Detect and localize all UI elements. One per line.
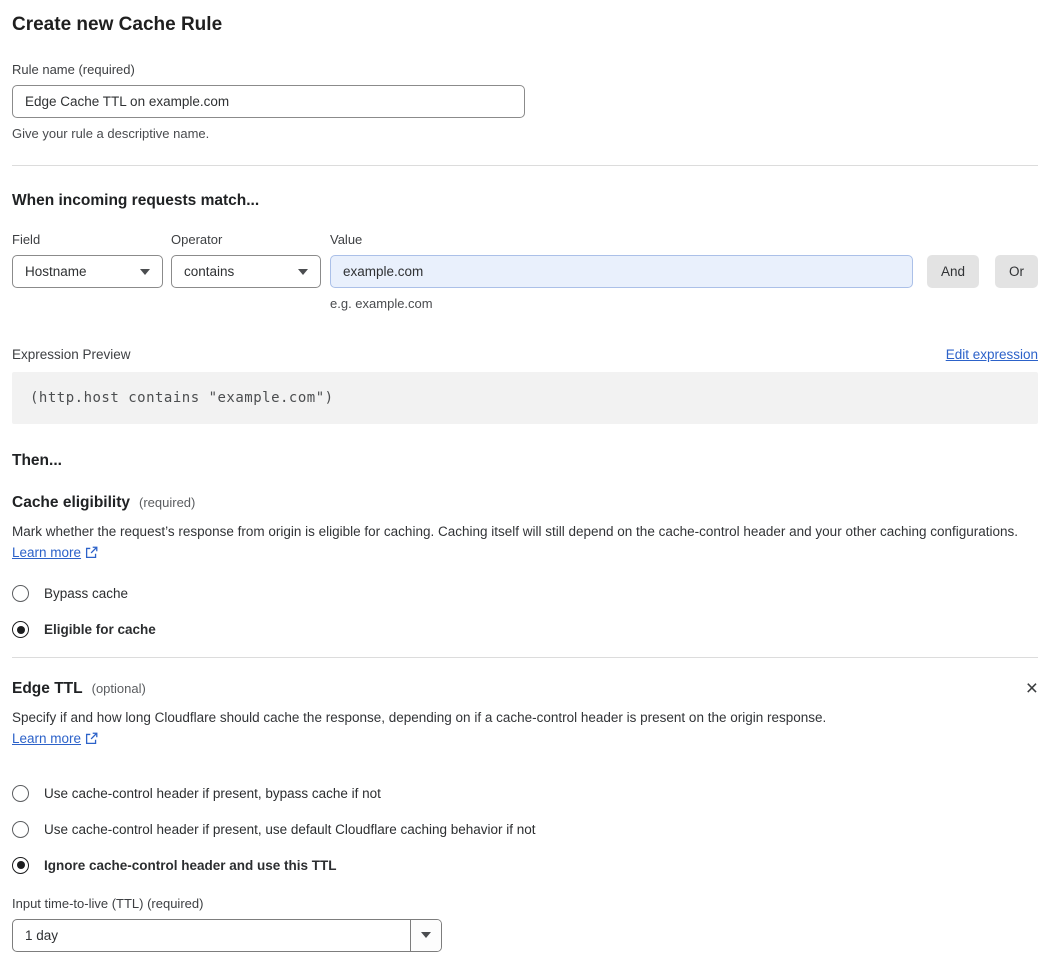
- value-label: Value: [330, 232, 363, 247]
- radio-icon[interactable]: [12, 784, 29, 802]
- cache-eligibility-description: Mark whether the request’s response from…: [12, 521, 1038, 565]
- external-link-icon: [85, 730, 98, 751]
- rule-name-input[interactable]: [12, 85, 525, 118]
- close-icon[interactable]: ×: [1026, 678, 1038, 699]
- ttl-select-value: 1 day: [25, 927, 59, 943]
- radio-icon[interactable]: [12, 621, 29, 638]
- edge-ttl-description: Specify if and how long Cloudflare shoul…: [12, 707, 857, 751]
- edge-ttl-heading: Edge TTL: [12, 680, 83, 697]
- radio-option-eligible-for-cache[interactable]: Eligible for cache: [12, 621, 1038, 638]
- value-helper: e.g. example.com: [330, 296, 433, 311]
- condition-row: Field Hostname Operator contains Value e…: [12, 232, 1038, 311]
- radio-icon[interactable]: [12, 585, 29, 602]
- then-heading: Then...: [12, 452, 62, 469]
- field-select-value: Hostname: [25, 264, 87, 279]
- or-button[interactable]: Or: [995, 255, 1038, 288]
- field-label: Field: [12, 232, 41, 247]
- cache-eligibility-required-note: (required): [139, 495, 196, 510]
- radio-option-ignore-header-ttl[interactable]: Ignore cache-control header and use this…: [12, 856, 1038, 874]
- learn-more-link[interactable]: Learn more: [12, 731, 81, 746]
- radio-option-use-header-bypass[interactable]: Use cache-control header if present, byp…: [12, 784, 1038, 802]
- chevron-down-icon: [298, 268, 308, 275]
- external-link-icon: [85, 544, 98, 565]
- edit-expression-link[interactable]: Edit expression: [946, 347, 1038, 362]
- radio-icon[interactable]: [12, 820, 29, 838]
- cache-eligibility-options: Bypass cache Eligible for cache: [12, 585, 1038, 638]
- ttl-label: Input time-to-live (TTL) (required): [12, 895, 204, 911]
- field-select[interactable]: Hostname: [12, 255, 163, 288]
- operator-label: Operator: [171, 232, 223, 247]
- operator-select[interactable]: contains: [171, 255, 321, 288]
- learn-more-link[interactable]: Learn more: [12, 545, 81, 560]
- chevron-down-icon: [140, 268, 150, 275]
- match-section-heading: When incoming requests match...: [12, 192, 260, 209]
- rule-name-label: Rule name (required): [12, 62, 135, 77]
- page-title: Create new Cache Rule: [12, 14, 223, 35]
- and-button[interactable]: And: [926, 255, 979, 288]
- divider: [12, 165, 1038, 166]
- operator-select-value: contains: [184, 264, 235, 279]
- create-cache-rule-form: Create new Cache Rule Rule name (require…: [0, 0, 1058, 972]
- edge-ttl-options: Use cache-control header if present, byp…: [12, 784, 1038, 874]
- radio-option-bypass-cache[interactable]: Bypass cache: [12, 585, 1038, 602]
- radio-icon[interactable]: [12, 856, 29, 874]
- ttl-select[interactable]: 1 day: [12, 918, 442, 952]
- rule-name-helper: Give your rule a descriptive name.: [12, 126, 210, 141]
- expression-preview-label: Expression Preview: [12, 347, 131, 362]
- value-input[interactable]: [330, 255, 913, 288]
- edge-ttl-optional-note: (optional): [91, 681, 146, 696]
- radio-option-use-header-default[interactable]: Use cache-control header if present, use…: [12, 820, 1038, 838]
- expression-code: (http.host contains "example.com"): [12, 372, 1038, 424]
- cache-eligibility-heading: Cache eligibility: [12, 494, 131, 511]
- chevron-down-icon[interactable]: [410, 919, 441, 951]
